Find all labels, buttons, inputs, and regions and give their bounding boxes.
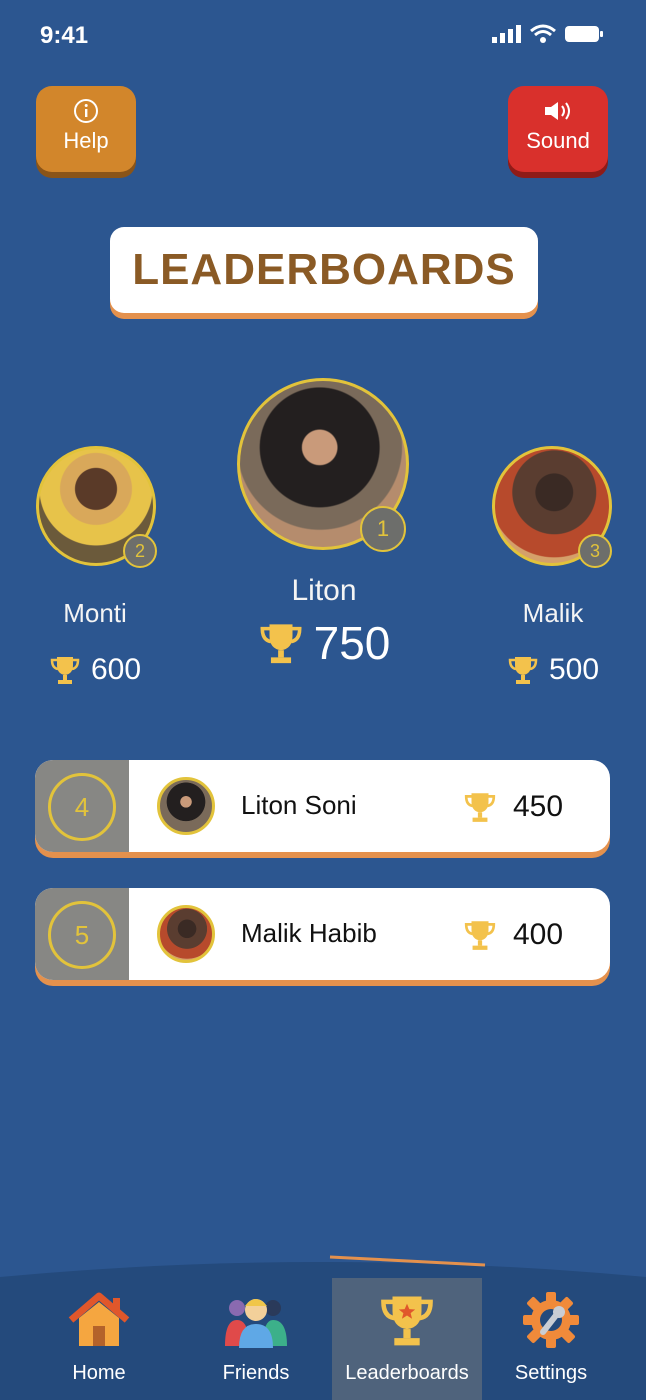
trophy-icon xyxy=(50,657,80,684)
trophy-icon xyxy=(260,624,302,664)
trophy-icon xyxy=(464,921,496,950)
rank-cell: 4 xyxy=(35,760,129,852)
score-value: 600 xyxy=(90,653,142,686)
podium-second[interactable]: 2 Monti 600 xyxy=(20,446,170,687)
avatar xyxy=(157,777,215,835)
rank-badge: 3 xyxy=(578,534,612,568)
help-button[interactable]: Help xyxy=(36,86,136,172)
player-score: 750 xyxy=(224,616,424,670)
nav-label: Home xyxy=(72,1362,126,1384)
player-score: 400 xyxy=(513,918,564,951)
player-score: 450 xyxy=(513,790,564,823)
nav-label: Leaderboards xyxy=(345,1362,469,1384)
status-bar: 9:41 xyxy=(0,0,646,70)
nav-home[interactable]: Home xyxy=(24,1278,174,1400)
leaderboard-row[interactable]: 4 Liton Soni 450 xyxy=(35,760,610,852)
nav-label: Settings xyxy=(514,1362,588,1384)
info-icon xyxy=(36,98,136,128)
score-value: 750 xyxy=(313,617,391,669)
nav-label: Friends xyxy=(222,1362,290,1384)
nav-settings[interactable]: Settings xyxy=(476,1278,626,1400)
trophy-icon xyxy=(464,793,496,822)
rank-badge: 1 xyxy=(360,506,406,552)
rank-badge: 2 xyxy=(123,534,157,568)
trophy-icon xyxy=(381,1296,433,1346)
score-value: 500 xyxy=(548,653,600,686)
player-name: Liton Soni xyxy=(241,790,357,820)
status-time: 9:41 xyxy=(40,22,89,49)
player-score: 500 xyxy=(478,653,628,687)
wifi-icon xyxy=(530,24,556,43)
avatar xyxy=(157,905,215,963)
help-label: Help xyxy=(63,128,109,153)
settings-icon xyxy=(523,1292,579,1348)
speaker-icon xyxy=(508,98,608,128)
player-name: Malik xyxy=(522,598,584,628)
leaderboard-row[interactable]: 5 Malik Habib 400 xyxy=(35,888,610,980)
rank-number: 5 xyxy=(48,901,116,969)
player-name: Monti xyxy=(63,598,127,628)
podium-third[interactable]: 3 Malik 500 xyxy=(478,446,628,687)
podium-first[interactable]: 1 Liton 750 xyxy=(224,378,424,670)
home-icon xyxy=(68,1292,130,1346)
battery-icon xyxy=(565,26,603,42)
player-score: 600 xyxy=(20,653,170,687)
signal-icon xyxy=(492,25,521,43)
sound-label: Sound xyxy=(526,128,590,153)
page-title: LEADERBOARDS xyxy=(110,227,538,313)
trophy-icon xyxy=(508,657,538,684)
player-name: Malik Habib xyxy=(241,918,377,948)
status-icons xyxy=(492,24,604,44)
nav-leaderboards[interactable]: Leaderboards xyxy=(332,1278,482,1400)
friends-icon xyxy=(225,1299,287,1348)
nav-friends[interactable]: Friends xyxy=(181,1278,331,1400)
sound-button[interactable]: Sound xyxy=(508,86,608,172)
player-name: Liton xyxy=(291,574,357,607)
rank-number: 4 xyxy=(48,773,116,841)
rank-cell: 5 xyxy=(35,888,129,980)
